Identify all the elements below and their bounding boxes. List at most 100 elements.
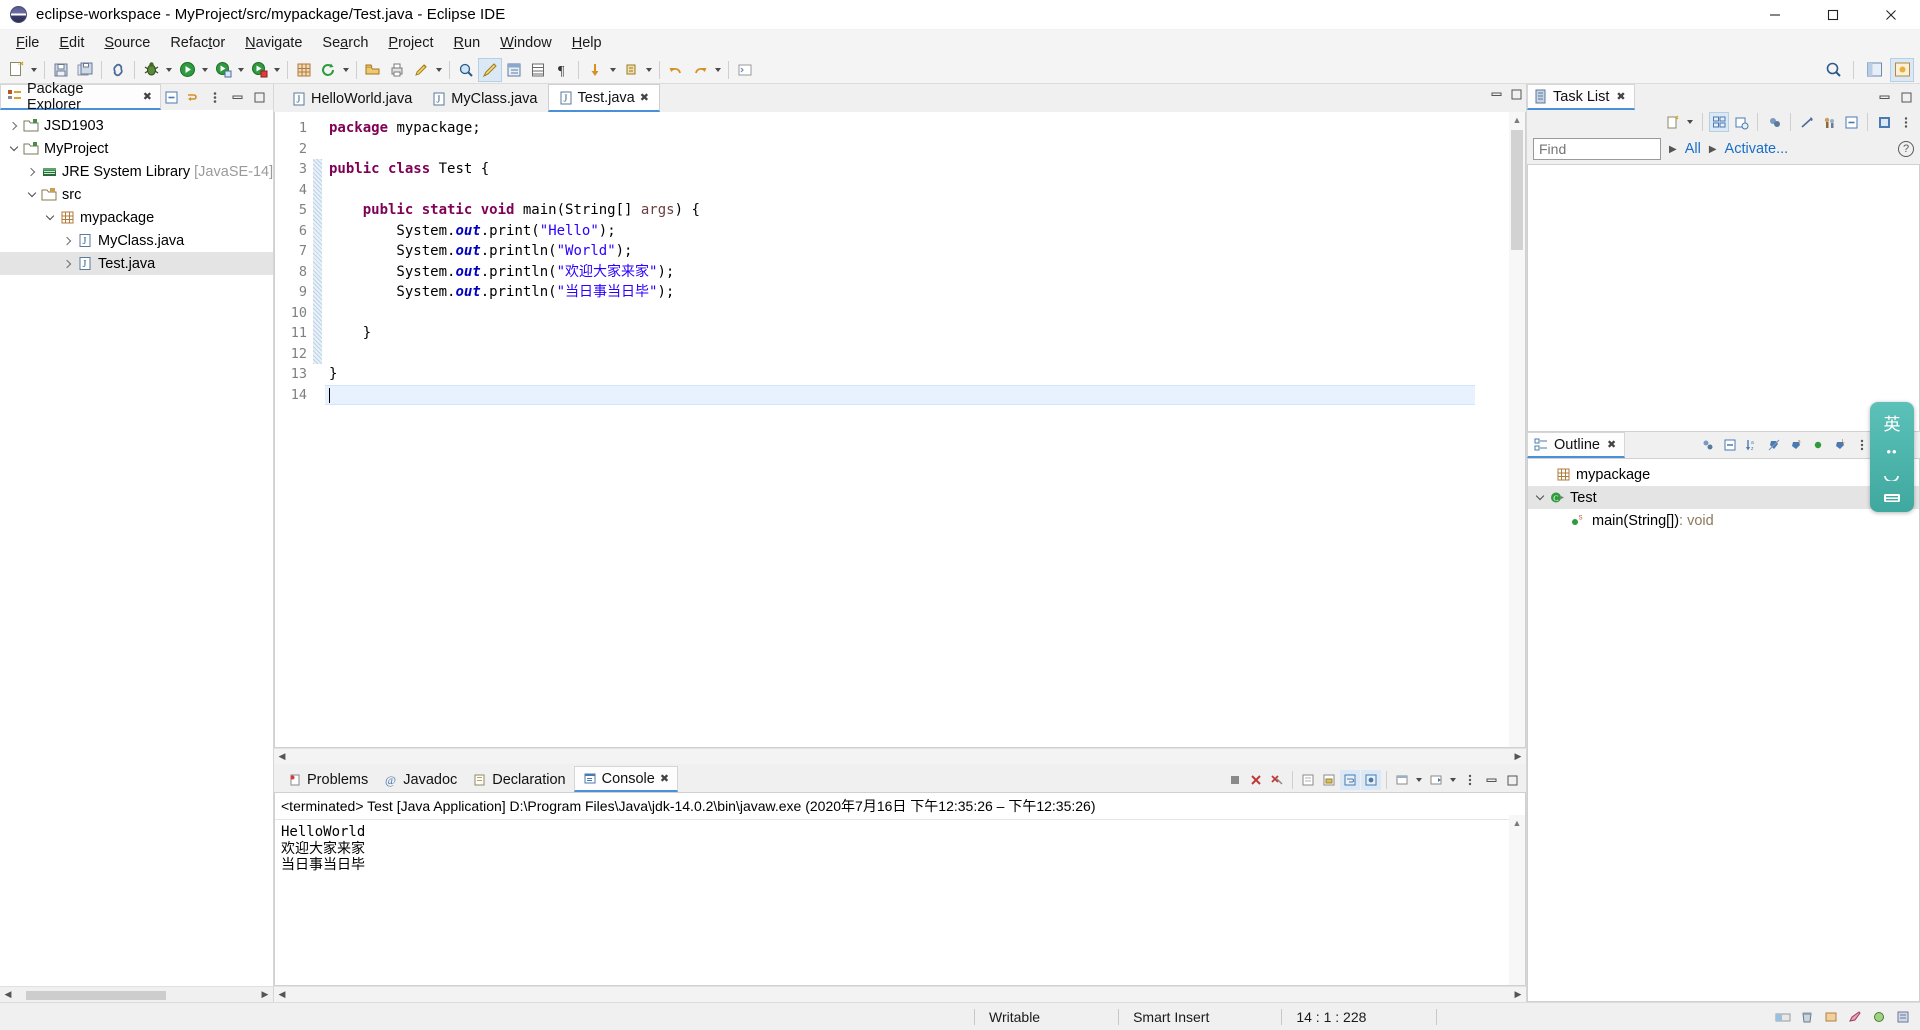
sort-icon[interactable]: az xyxy=(1742,435,1762,455)
filter-completed-icon[interactable] xyxy=(1797,112,1817,132)
link-with-editor-icon[interactable] xyxy=(183,87,203,107)
minimize-view-icon[interactable] xyxy=(1481,770,1501,790)
vscroll-thumb[interactable] xyxy=(1511,130,1523,250)
find-input[interactable] xyxy=(1533,138,1661,160)
refresh-icon[interactable] xyxy=(316,58,340,82)
outline-item-main-method[interactable]: S main(String[]): void xyxy=(1528,509,1919,532)
chevron-right-icon[interactable] xyxy=(60,256,76,272)
print-icon[interactable] xyxy=(385,58,409,82)
hscroll-track[interactable] xyxy=(290,988,1510,1002)
terminal-icon[interactable] xyxy=(733,58,757,82)
close-icon[interactable]: ✖ xyxy=(1616,90,1625,103)
editor-vscrollbar[interactable]: ▲ xyxy=(1509,112,1525,747)
activate-link[interactable]: Activate... xyxy=(1725,141,1789,157)
menu-search[interactable]: Search xyxy=(312,32,378,54)
new-wizard-icon[interactable] xyxy=(4,58,28,82)
next-annotation-icon[interactable] xyxy=(619,58,643,82)
maximize-view-icon[interactable] xyxy=(1896,87,1916,107)
tab-console[interactable]: Console ✖ xyxy=(573,766,679,792)
coverage-icon[interactable] xyxy=(211,58,235,82)
next-annotation-dropdown[interactable] xyxy=(643,58,655,82)
marker-icon[interactable] xyxy=(409,58,433,82)
menu-edit[interactable]: Edit xyxy=(49,32,94,54)
scroll-left-icon[interactable]: ◀ xyxy=(274,987,290,1003)
chevron-right-icon[interactable] xyxy=(6,118,22,134)
menu-file[interactable]: File xyxy=(6,32,49,54)
search-icon[interactable] xyxy=(454,58,478,82)
focus-icon[interactable] xyxy=(1698,435,1718,455)
menu-navigate[interactable]: Navigate xyxy=(235,32,312,54)
tray-3-icon[interactable] xyxy=(1870,1009,1888,1025)
minimize-view-icon[interactable] xyxy=(227,87,247,107)
tree-item-src[interactable]: src xyxy=(0,183,273,206)
refresh-dropdown[interactable] xyxy=(340,58,352,82)
tree-item-mypackage[interactable]: mypackage xyxy=(0,206,273,229)
scroll-left-icon[interactable]: ◀ xyxy=(0,987,16,1003)
task-list-body[interactable] xyxy=(1527,164,1920,432)
tab-task-list[interactable]: Task List ✖ xyxy=(1527,84,1635,110)
tab-problems[interactable]: Problems xyxy=(280,768,376,792)
scroll-lock-icon[interactable] xyxy=(1319,770,1339,790)
editor-hscrollbar[interactable]: ◀ ▶ xyxy=(274,748,1526,764)
chevron-down-icon[interactable] xyxy=(24,187,40,203)
save-icon[interactable] xyxy=(49,58,73,82)
tab-javadoc[interactable]: @ Javadoc xyxy=(376,768,465,792)
tab-package-explorer[interactable]: Package Explorer ✖ xyxy=(0,81,161,113)
open-console-icon[interactable] xyxy=(1426,770,1446,790)
tray-2-icon[interactable] xyxy=(1846,1009,1864,1025)
package-explorer-tree[interactable]: JSD1903 MyProject JRE System Library [Ja… xyxy=(0,110,273,986)
hscroll-track[interactable] xyxy=(290,750,1510,764)
maximize-button[interactable] xyxy=(1804,0,1862,30)
previous-annotation-icon[interactable] xyxy=(583,58,607,82)
outline-item-test[interactable]: C Test xyxy=(1528,486,1919,509)
chevron-down-icon[interactable] xyxy=(6,141,22,157)
search-toolbar-icon[interactable] xyxy=(1821,58,1845,82)
minimize-view-icon[interactable] xyxy=(1874,87,1894,107)
close-icon[interactable]: ✖ xyxy=(1607,438,1616,451)
view-menu-icon[interactable] xyxy=(1852,435,1872,455)
menu-run[interactable]: Run xyxy=(444,32,491,54)
display-selected-console-icon[interactable] xyxy=(1392,770,1412,790)
collapse-all-icon[interactable] xyxy=(161,87,181,107)
profile-dropdown[interactable] xyxy=(271,58,283,82)
menu-project[interactable]: Project xyxy=(378,32,443,54)
menu-help[interactable]: Help xyxy=(562,32,612,54)
help-icon[interactable]: ? xyxy=(1898,141,1914,157)
word-wrap-icon[interactable] xyxy=(1340,770,1360,790)
pilcrow-icon[interactable]: ¶ xyxy=(550,58,574,82)
restore-tasks-icon[interactable] xyxy=(1874,112,1894,132)
synchronize-changed-icon[interactable] xyxy=(1819,112,1839,132)
tray-1-icon[interactable] xyxy=(1822,1009,1840,1025)
hide-local-types-icon[interactable]: L xyxy=(1830,435,1850,455)
maximize-view-icon[interactable] xyxy=(249,87,269,107)
chevron-right-icon[interactable] xyxy=(24,164,40,180)
console-body[interactable]: <terminated> Test [Java Application] D:\… xyxy=(274,792,1526,986)
java-browsing-icon[interactable] xyxy=(502,58,526,82)
view-menu-icon[interactable] xyxy=(205,87,225,107)
chevron-down-icon[interactable] xyxy=(42,210,58,226)
outline-item-mypackage[interactable]: mypackage xyxy=(1528,463,1919,486)
collapse-all-icon[interactable] xyxy=(1841,112,1861,132)
trash-icon[interactable] xyxy=(1798,1009,1816,1025)
tab-helloworld-java[interactable]: J HelloWorld.java xyxy=(282,86,423,112)
tree-item-myclass-java[interactable]: J MyClass.java xyxy=(0,229,273,252)
hide-static-icon[interactable]: s xyxy=(1786,435,1806,455)
maximize-view-icon[interactable] xyxy=(1506,84,1526,104)
debug-dropdown[interactable] xyxy=(163,58,175,82)
new-java-project-icon[interactable] xyxy=(292,58,316,82)
ime-punctuation-icon[interactable]: •• xyxy=(1886,444,1897,459)
folding-annotation-bar[interactable] xyxy=(311,112,325,747)
close-icon[interactable]: ✖ xyxy=(660,772,669,785)
tree-item-jre-system-library[interactable]: JRE System Library [JavaSE-14] xyxy=(0,160,273,183)
pin-console-icon[interactable] xyxy=(1361,770,1381,790)
menu-refactor[interactable]: Refactor xyxy=(160,32,235,54)
hscroll-thumb[interactable] xyxy=(26,990,166,1000)
new-task-icon[interactable] xyxy=(1662,112,1682,132)
hide-nonpublic-icon[interactable] xyxy=(1808,435,1828,455)
terminate-icon[interactable] xyxy=(1225,770,1245,790)
marker-dropdown[interactable] xyxy=(433,58,445,82)
heap-icon[interactable] xyxy=(1774,1009,1792,1025)
view-menu-icon[interactable] xyxy=(1460,770,1480,790)
outline-tree[interactable]: mypackage C Test S main(String[]): void xyxy=(1527,458,1920,1002)
scroll-up-icon[interactable]: ▲ xyxy=(1509,815,1525,831)
